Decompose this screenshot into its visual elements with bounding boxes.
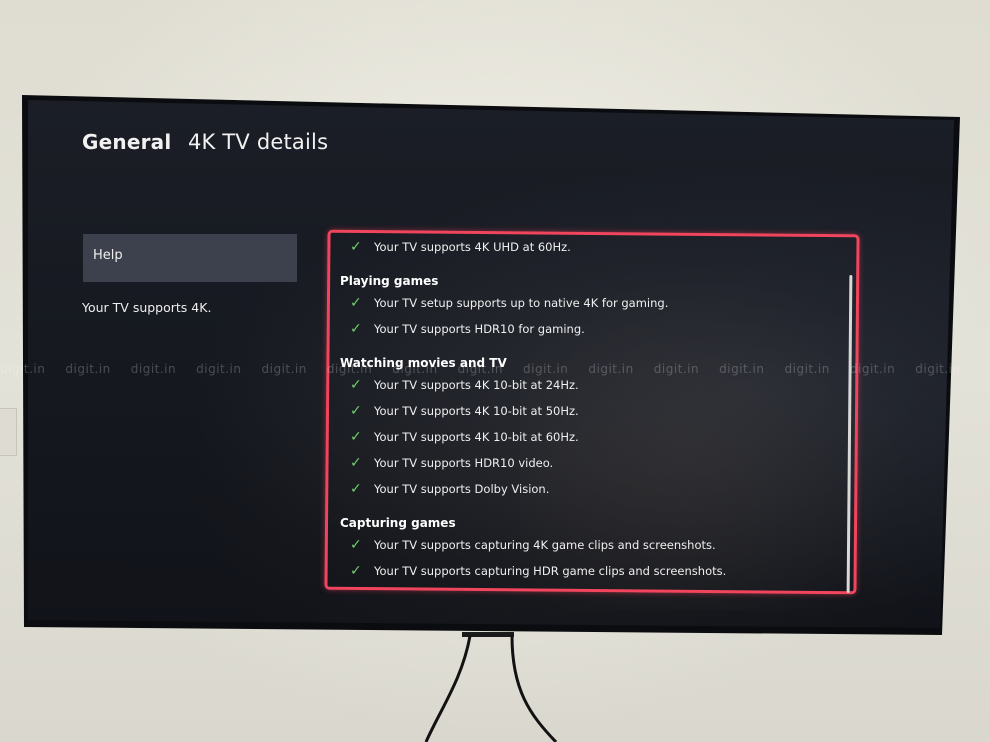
check-icon: ✓ <box>350 537 362 553</box>
list-item-text: Your TV supports Dolby Vision. <box>374 482 550 496</box>
list-item-text: Your TV supports HDR10 video. <box>374 456 554 470</box>
list-item: ✓ Your TV supports capturing 4K game cli… <box>340 532 840 558</box>
watermark-text: digit.in <box>65 362 111 376</box>
details-list[interactable]: ✓ Your TV supports 4K UHD at 60Hz. Playi… <box>340 234 840 584</box>
list-item-text: Your TV supports 4K UHD at 60Hz. <box>374 240 571 254</box>
watermark-text: digit.in <box>392 362 438 376</box>
watermark-text: digit.in <box>196 362 242 376</box>
section-title: General <box>82 130 172 154</box>
help-tab[interactable]: Help <box>83 234 297 282</box>
list-item: ✓ Your TV supports 4K UHD at 60Hz. <box>340 234 840 260</box>
check-icon: ✓ <box>350 321 362 337</box>
list-item-text: Your TV setup supports up to native 4K f… <box>374 296 669 310</box>
list-item: ✓ Your TV setup supports up to native 4K… <box>340 290 840 316</box>
watermark-text: digit.in <box>130 362 177 376</box>
list-item-text: Your TV supports 4K 10-bit at 24Hz. <box>374 378 579 392</box>
check-icon: ✓ <box>350 429 362 445</box>
page-header: General 4K TV details <box>82 130 328 154</box>
watermark-text: digit.in <box>261 362 307 376</box>
check-icon: ✓ <box>350 403 362 419</box>
watermark-text: digit.in <box>457 362 503 376</box>
wall-switch <box>0 408 17 456</box>
watermark-text: digit.in <box>849 362 896 376</box>
list-item: ✓ Your TV supports 4K 10-bit at 50Hz. <box>340 398 840 424</box>
list-item: ✓ Your TV supports HDR10 video. <box>340 450 840 476</box>
tv-mount <box>462 632 514 637</box>
list-item: ✓ Your TV supports HDR10 for gaming. <box>340 316 840 342</box>
check-icon: ✓ <box>350 295 362 311</box>
help-tab-label: Help <box>93 248 123 263</box>
watermark-text: digit.in <box>588 362 634 376</box>
check-icon: ✓ <box>350 377 362 393</box>
list-item: ✓ Your TV supports capturing HDR game cl… <box>340 558 840 584</box>
watermark-text: digit.in <box>523 362 569 376</box>
check-icon: ✓ <box>350 481 362 497</box>
list-item: ✓ Your TV supports Dolby Vision. <box>340 476 840 502</box>
watermark-text: digit.in <box>326 362 373 376</box>
tv-support-summary: Your TV supports 4K. <box>82 300 212 315</box>
list-item-text: Your TV supports 4K 10-bit at 60Hz. <box>374 430 579 444</box>
list-item: ✓ Your TV supports 4K 10-bit at 60Hz. <box>340 424 840 450</box>
page-title: 4K TV details <box>187 130 329 154</box>
section-heading-capturing-games: Capturing games <box>340 516 456 530</box>
check-icon: ✓ <box>350 239 362 255</box>
list-item-text: Your TV supports capturing HDR game clip… <box>374 564 727 578</box>
check-icon: ✓ <box>350 455 362 471</box>
list-item-text: Your TV supports 4K 10-bit at 50Hz. <box>374 404 579 418</box>
list-item-text: Your TV supports HDR10 for gaming. <box>374 322 585 336</box>
section-heading-playing-games: Playing games <box>340 274 439 288</box>
watermark-strip: digit.in digit.in digit.in digit.in digit.in… <box>0 362 990 376</box>
watermark-text: digit.in <box>653 362 700 376</box>
check-icon: ✓ <box>350 563 362 579</box>
watermark-text: digit.in <box>0 362 46 376</box>
watermark-text: digit.in <box>719 362 765 376</box>
watermark-text: digit.in <box>784 362 830 376</box>
watermark-text: digit.in <box>915 362 961 376</box>
list-item-text: Your TV supports capturing 4K game clips… <box>374 538 716 552</box>
